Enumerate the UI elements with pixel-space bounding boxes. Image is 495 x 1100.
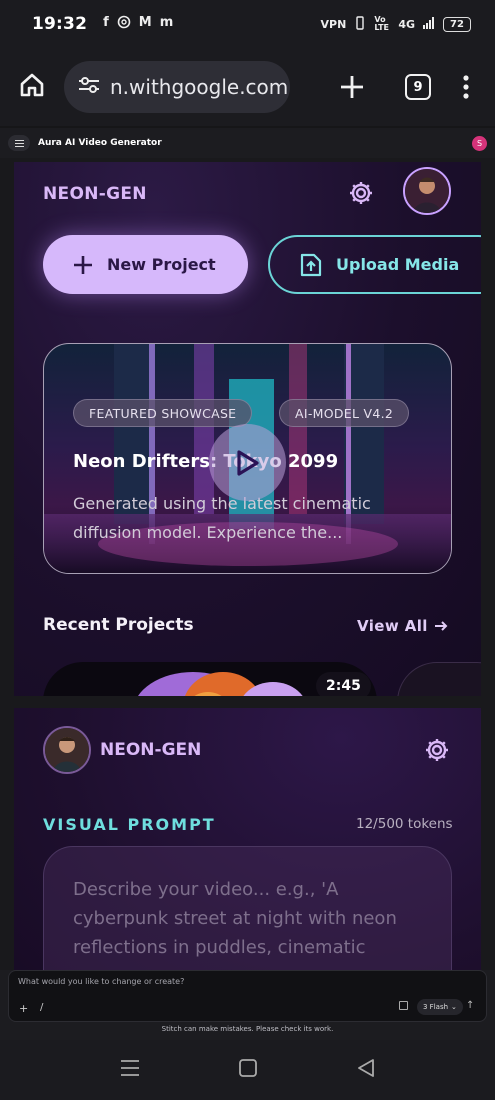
play-button[interactable] bbox=[209, 424, 286, 501]
model-label: 3 Flash bbox=[423, 1003, 449, 1011]
profile-avatar[interactable] bbox=[43, 726, 91, 774]
network-label: 4G bbox=[398, 17, 415, 31]
upload-media-button[interactable]: Upload Media bbox=[268, 235, 481, 294]
model-selector[interactable]: 3 Flash ⌄ bbox=[417, 999, 463, 1015]
home-icon[interactable] bbox=[18, 71, 46, 103]
view-all-label: View All bbox=[357, 617, 428, 635]
gmail-icon: M bbox=[138, 15, 152, 30]
app-header: Aura AI Video Generator S bbox=[0, 128, 495, 158]
upload-media-label: Upload Media bbox=[336, 255, 460, 274]
new-project-label: New Project bbox=[107, 255, 216, 274]
screen-home: NEON-GEN New Project Upload Media FEATUR… bbox=[14, 162, 481, 696]
openai-icon bbox=[117, 15, 131, 33]
gear-icon bbox=[426, 739, 448, 761]
prompt-textarea[interactable]: Describe your video... e.g., 'A cyberpun… bbox=[43, 846, 452, 970]
new-tab-button[interactable] bbox=[319, 62, 385, 112]
chevron-down-icon: ⌄ bbox=[451, 1003, 457, 1011]
tab-count: 9 bbox=[405, 74, 431, 100]
user-avatar[interactable]: S bbox=[472, 135, 487, 151]
facebook-icon: f bbox=[103, 15, 109, 30]
site-settings-icon[interactable] bbox=[78, 75, 100, 99]
visual-prompt-label: VISUAL PROMPT bbox=[43, 815, 216, 834]
design-canvas: NEON-GEN New Project Upload Media FEATUR… bbox=[0, 158, 495, 970]
project-thumbnail[interactable] bbox=[397, 662, 481, 696]
plus-icon bbox=[74, 255, 92, 274]
slash-command-button[interactable]: / bbox=[40, 1002, 43, 1013]
status-time: 19:32 bbox=[32, 14, 88, 34]
status-bar: 19:32 f M m VPN Vo LTE 4G 72 bbox=[0, 0, 495, 48]
browser-toolbar: n.withgoogle.com 9 bbox=[0, 48, 495, 126]
settings-button[interactable] bbox=[422, 735, 452, 765]
brand-logo: NEON-GEN bbox=[100, 740, 202, 760]
back-icon[interactable] bbox=[357, 1059, 375, 1081]
url-text: n.withgoogle.com bbox=[110, 75, 289, 99]
token-counter: 12/500 tokens bbox=[356, 816, 453, 832]
brand-logo: NEON-GEN bbox=[43, 184, 147, 204]
home-nav-icon[interactable] bbox=[239, 1059, 258, 1081]
add-attachment-button[interactable]: + bbox=[19, 1002, 28, 1015]
system-nav-bar bbox=[0, 1040, 495, 1100]
volte-label: Vo LTE bbox=[374, 15, 390, 32]
tab-switcher-button[interactable]: 9 bbox=[385, 62, 451, 112]
plus-icon bbox=[341, 76, 363, 98]
browser-menu-button[interactable] bbox=[451, 62, 481, 112]
arrow-right-icon bbox=[434, 621, 448, 631]
screen-select-icon[interactable] bbox=[399, 1001, 408, 1010]
status-right: VPN Vo LTE 4G 72 bbox=[321, 16, 471, 33]
duration-badge: 2:45 bbox=[316, 672, 371, 696]
chat-placeholder: What would you like to change or create? bbox=[18, 977, 185, 986]
signal-icon bbox=[423, 16, 435, 32]
chat-input[interactable]: What would you like to change or create?… bbox=[8, 970, 487, 1022]
new-project-button[interactable]: New Project bbox=[43, 235, 248, 294]
address-bar[interactable]: n.withgoogle.com bbox=[64, 61, 290, 113]
showcase-title: Neon Drifters: Tokyo 2099 bbox=[73, 451, 339, 472]
vpn-icon: VPN bbox=[320, 17, 347, 31]
play-icon bbox=[236, 449, 259, 476]
vibrate-icon bbox=[354, 15, 366, 33]
battery-icon: 72 bbox=[443, 16, 471, 32]
recents-icon[interactable] bbox=[120, 1059, 140, 1081]
recent-projects-heading: Recent Projects bbox=[43, 615, 194, 635]
prompt-placeholder: Describe your video... e.g., 'A cyberpun… bbox=[73, 879, 397, 958]
send-icon[interactable]: ↑ bbox=[466, 1000, 474, 1011]
screen-create: NEON-GEN VISUAL PROMPT 12/500 tokens Des… bbox=[14, 708, 481, 970]
upload-file-icon bbox=[300, 253, 322, 276]
profile-avatar[interactable] bbox=[403, 167, 451, 215]
view-all-link[interactable]: View All bbox=[357, 617, 448, 635]
m-app-icon: m bbox=[159, 15, 174, 30]
settings-button[interactable] bbox=[346, 178, 376, 208]
model-chip: AI-MODEL V4.2 bbox=[279, 399, 410, 427]
disclaimer: Stitch can make mistakes. Please check i… bbox=[161, 1025, 334, 1033]
app-title: Aura AI Video Generator bbox=[38, 138, 162, 148]
menu-icon[interactable] bbox=[8, 135, 30, 151]
notification-icons: f M m bbox=[103, 15, 173, 33]
more-vert-icon bbox=[463, 75, 469, 99]
gear-icon bbox=[350, 182, 372, 204]
featured-chip: FEATURED SHOWCASE bbox=[73, 399, 253, 427]
featured-showcase-card[interactable]: FEATURED SHOWCASE AI-MODEL V4.2 Neon Dri… bbox=[43, 343, 452, 574]
